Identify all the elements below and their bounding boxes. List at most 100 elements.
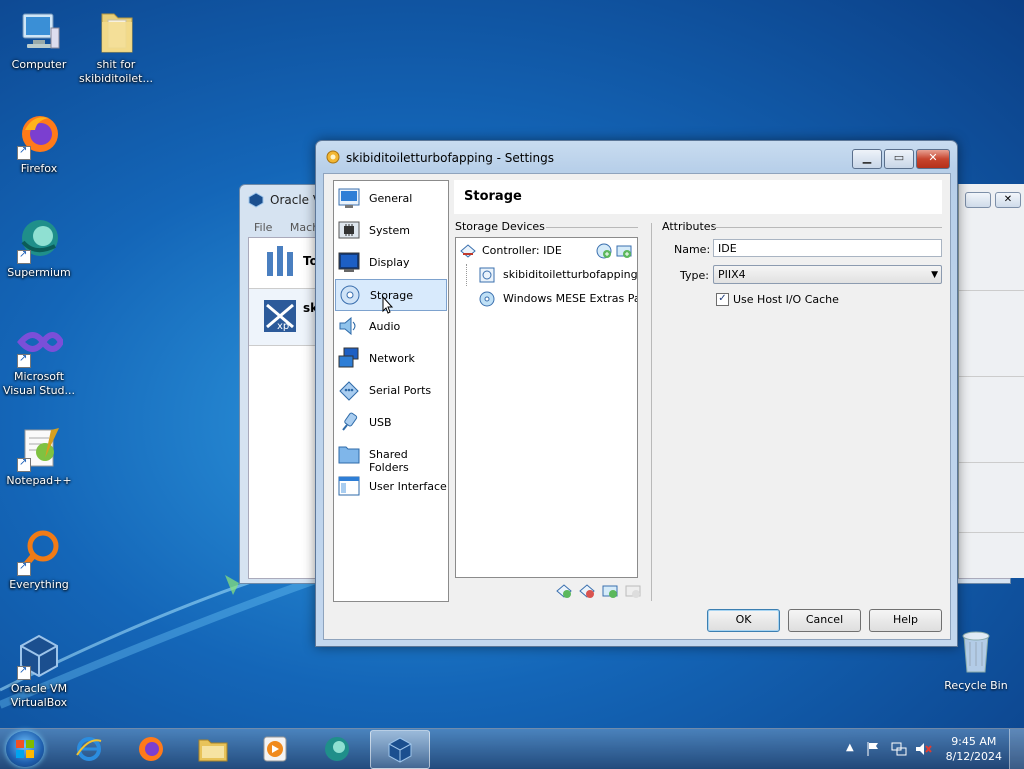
internet-explorer-icon	[76, 737, 102, 761]
type-label: Type:	[680, 269, 709, 282]
taskbar-firefox[interactable]	[124, 730, 178, 767]
desktop-icon-computer[interactable]: Computer	[0, 8, 78, 72]
recycle-bin-label: Recycle Bin	[944, 679, 1008, 692]
shortcut-arrow-icon	[17, 456, 31, 472]
category-general[interactable]: General	[335, 183, 447, 213]
virtualbox-icon	[15, 632, 63, 680]
taskbar-supermium[interactable]	[310, 730, 364, 767]
taskbar: ▲ 9:45 AM 8/12/2024	[0, 728, 1024, 769]
network-icon[interactable]	[891, 741, 907, 757]
attributes-label: Attributes	[662, 220, 717, 233]
minimize-icon: ▁	[862, 151, 872, 164]
taskbar-ie[interactable]	[62, 730, 116, 767]
category-network[interactable]: Network	[335, 343, 447, 373]
restore-button[interactable]	[965, 192, 991, 208]
usb-icon	[342, 412, 358, 431]
category-display[interactable]: Display	[335, 247, 447, 277]
serial-port-icon	[339, 381, 359, 401]
settings-dialog[interactable]: skibiditoiletturbofapping - Settings ▁ ▭…	[315, 140, 958, 647]
desktop-icon-everything[interactable]: Everything	[0, 528, 78, 592]
cancel-button[interactable]: Cancel	[788, 609, 861, 632]
windows-logo-icon	[16, 740, 34, 758]
category-usb[interactable]: USB	[335, 407, 447, 437]
notepadpp-icon	[15, 424, 63, 472]
page-title: Storage	[464, 189, 522, 204]
manager-right-panel: ✕	[958, 184, 1024, 578]
name-field[interactable]: IDE	[713, 239, 942, 257]
virtualbox-icon	[388, 737, 412, 763]
dialog-titlebar[interactable]: skibiditoiletturbofapping - Settings ▁ ▭…	[316, 141, 957, 173]
storage-disc-icon	[340, 285, 360, 305]
help-button[interactable]: Help	[869, 609, 942, 632]
ok-button[interactable]: OK	[707, 609, 780, 632]
computer-icon	[15, 8, 63, 56]
tree-item-optical-disc[interactable]: Windows MESE Extras Pa...	[456, 288, 637, 310]
recycle-bin-icon	[962, 631, 990, 673]
firefox-icon	[15, 112, 63, 160]
category-storage[interactable]: Storage	[335, 279, 447, 314]
shared-folder-icon	[338, 446, 360, 464]
optical-disc-icon	[479, 291, 495, 307]
add-hard-disk-icon[interactable]	[616, 243, 632, 259]
start-button[interactable]	[6, 731, 44, 767]
folder-icon	[198, 739, 228, 762]
firefox-icon	[139, 737, 163, 761]
close-button[interactable]: ✕	[916, 149, 950, 169]
action-center-flag-icon[interactable]	[866, 741, 880, 757]
tray-expand-icon[interactable]: ▲	[846, 742, 854, 753]
desktop-icon-notepadpp[interactable]: Notepad++	[0, 424, 78, 488]
display-icon	[338, 252, 360, 272]
shortcut-arrow-icon	[17, 144, 31, 160]
desktop-icon-virtualbox[interactable]: Oracle VM VirtualBox	[0, 632, 78, 710]
vm-list-item[interactable]: xp sk	[249, 288, 318, 346]
remove-controller-icon[interactable]	[579, 583, 595, 599]
controller-icon	[460, 244, 476, 258]
category-shared-folders[interactable]: Shared Folders	[335, 439, 447, 474]
everything-icon	[15, 528, 63, 576]
windows-xp-icon: xp	[264, 300, 296, 332]
tools-icon	[265, 242, 297, 281]
minimize-button[interactable]: ▁	[852, 149, 882, 169]
shortcut-arrow-icon	[17, 248, 31, 264]
desktop-icon-folder[interactable]: shit for skibiditoilet...	[77, 8, 155, 86]
category-system[interactable]: System	[335, 215, 447, 245]
desktop-icon-supermium[interactable]: Supermium	[0, 216, 78, 280]
host-io-cache-label[interactable]: Use Host I/O Cache	[733, 293, 839, 306]
add-attachment-icon[interactable]	[602, 583, 618, 599]
close-icon[interactable]: ✕	[995, 192, 1021, 208]
visual-studio-icon	[15, 320, 65, 368]
show-desktop-button[interactable]	[1009, 729, 1024, 769]
category-user-interface[interactable]: User Interface	[335, 471, 447, 501]
speaker-icon	[339, 316, 356, 336]
svg-text:xp: xp	[277, 321, 289, 332]
desktop-icon-visual-studio[interactable]: Microsoft Visual Stud...	[0, 320, 78, 398]
type-select[interactable]: PIIX4 ▼	[713, 265, 942, 284]
add-optical-drive-icon[interactable]	[596, 243, 612, 259]
category-serial-ports[interactable]: Serial Ports	[335, 375, 447, 405]
desktop-icon-firefox[interactable]: Firefox	[0, 112, 78, 176]
taskbar-media-player[interactable]	[248, 730, 302, 767]
host-io-cache-checkbox[interactable]: ✓	[716, 293, 729, 306]
remove-attachment-icon[interactable]	[625, 583, 641, 599]
volume-muted-icon[interactable]	[915, 741, 933, 757]
menu-file[interactable]: File	[254, 221, 272, 234]
chip-icon	[338, 221, 360, 239]
taskbar-explorer[interactable]	[186, 730, 240, 767]
virtualbox-icon	[248, 192, 264, 208]
network-icon	[338, 347, 359, 368]
add-controller-icon[interactable]	[556, 583, 572, 599]
taskbar-virtualbox[interactable]	[370, 730, 430, 769]
category-audio[interactable]: Audio	[335, 311, 447, 341]
storage-tree[interactable]: Controller: IDE skibiditoiletturbofappin…	[455, 237, 638, 578]
tree-controller-ide[interactable]: Controller: IDE	[456, 240, 637, 262]
clock-date: 8/12/2024	[945, 750, 1002, 763]
clock[interactable]: 9:45 AM 8/12/2024	[946, 734, 1002, 764]
storage-devices-label: Storage Devices	[455, 220, 545, 233]
checkmark-icon: ✓	[718, 293, 727, 304]
user-interface-icon	[338, 476, 360, 496]
tree-item-hard-disk[interactable]: skibiditoiletturbofapping....	[456, 264, 637, 286]
type-select-value: PIIX4	[718, 268, 746, 281]
general-icon	[338, 188, 360, 208]
maximize-button[interactable]: ▭	[884, 149, 914, 169]
media-player-icon	[263, 736, 287, 762]
